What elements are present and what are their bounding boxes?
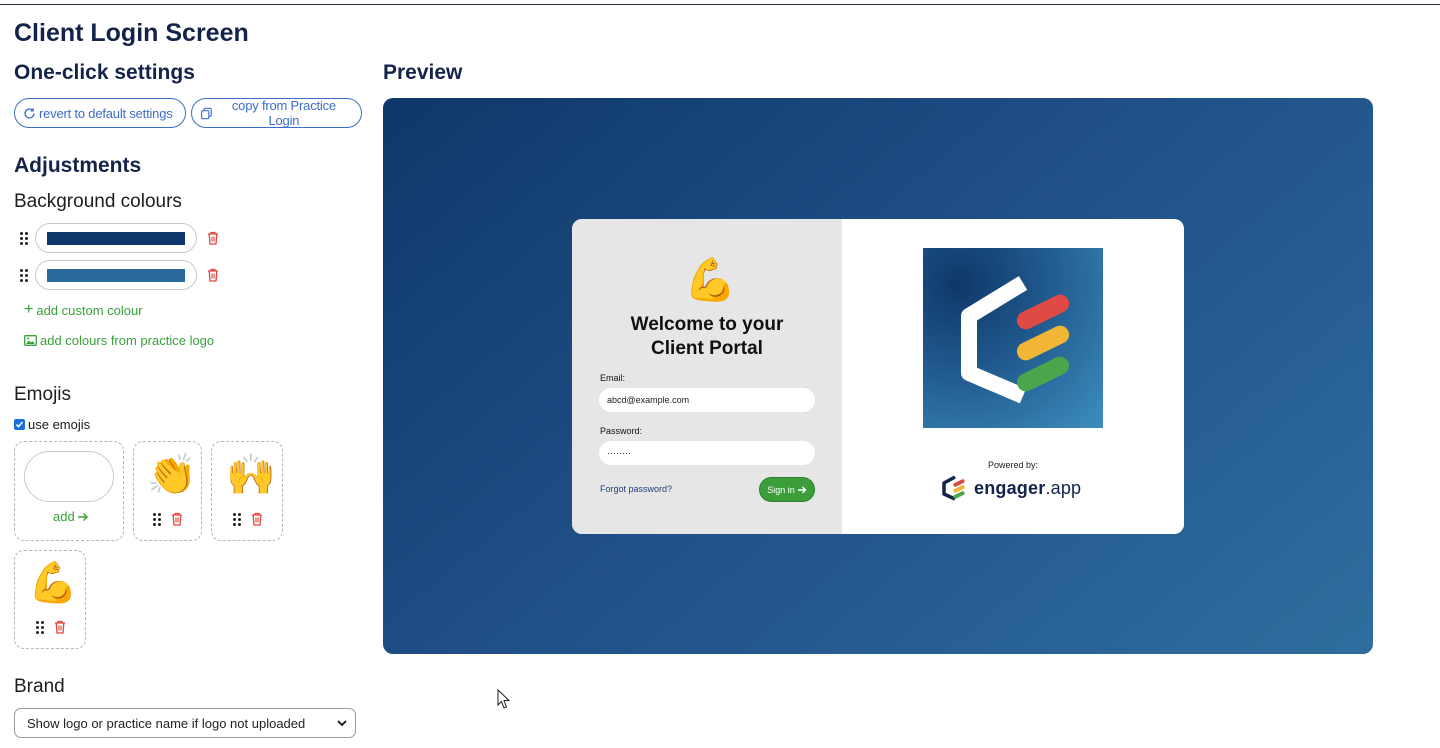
password-label: Password: [600, 426, 643, 436]
emoji-card: 👏 [133, 441, 202, 541]
welcome-line-1: Welcome to your [630, 314, 784, 335]
page-title: Client Login Screen [14, 19, 249, 47]
colour-picker[interactable] [35, 260, 197, 290]
revert-default-label: revert to default settings [39, 105, 173, 121]
add-emoji-card: add [14, 441, 124, 541]
brand-select-value: Show logo or practice name if logo not u… [27, 715, 306, 731]
trash-icon[interactable] [207, 268, 219, 282]
brand-suffix: .app [1045, 477, 1082, 498]
background-colours-heading: Background colours [14, 191, 182, 212]
chevron-down-icon [337, 719, 347, 726]
refresh-icon [24, 107, 35, 119]
one-click-heading: One-click settings [14, 61, 195, 84]
drag-handle-icon[interactable] [20, 232, 28, 245]
clapping-hands-icon: 👏 [147, 452, 197, 498]
email-label: Email: [600, 373, 626, 383]
revert-default-button[interactable]: revert to default settings [14, 98, 186, 128]
preview-heading: Preview [383, 61, 463, 84]
emoji-card: 💪 [14, 550, 86, 649]
flexed-biceps-icon: 💪 [28, 560, 78, 606]
preview-panel: 💪 Welcome to your Client Portal Email: a… [383, 98, 1373, 654]
flexed-biceps-icon: 💪 [684, 255, 737, 304]
copy-practice-login-button[interactable]: copy from Practice Login [191, 98, 362, 128]
drag-handle-icon[interactable] [20, 269, 28, 282]
drag-handle-icon[interactable] [36, 621, 44, 634]
engager-mark-icon [942, 475, 965, 501]
colour-row [20, 260, 219, 290]
engager-logo-icon [961, 276, 1070, 404]
brand-panel: Powered by: engager.app [842, 219, 1184, 534]
top-divider [0, 4, 1440, 5]
image-icon [24, 335, 37, 346]
colour-picker[interactable] [35, 223, 197, 253]
colour-row [20, 223, 219, 253]
login-form-panel: 💪 Welcome to your Client Portal Email: a… [572, 219, 842, 534]
emoji-card: 🙌 [211, 441, 283, 541]
trash-icon[interactable] [171, 512, 183, 526]
emoji-input[interactable] [24, 451, 114, 502]
sign-in-button[interactable]: Sign in [759, 477, 815, 502]
add-colours-from-logo-label: add colours from practice logo [40, 333, 215, 348]
plus-icon: + [24, 301, 34, 318]
copy-practice-login-label: copy from Practice Login [231, 98, 336, 128]
engager-brand: engager.app [940, 473, 1081, 503]
trash-icon[interactable] [207, 231, 219, 245]
engager-wordmark: engager.app [974, 478, 1081, 499]
sign-in-label: Sign in [767, 484, 795, 495]
powered-by-label: Powered by: [987, 460, 1039, 470]
trash-icon[interactable] [251, 512, 263, 526]
brand-name: engager [974, 477, 1046, 498]
use-emojis-label: use emojis [28, 417, 91, 432]
email-field[interactable]: abcd@example.com [599, 388, 815, 412]
welcome-heading: Welcome to your Client Portal [572, 313, 842, 361]
practice-logo [923, 248, 1103, 428]
add-emoji-label: add [53, 509, 75, 524]
brand-heading: Brand [14, 676, 65, 697]
drag-handle-icon[interactable] [153, 513, 161, 526]
forgot-password-link[interactable]: Forgot password? [600, 484, 672, 494]
arrow-right-icon [797, 486, 807, 493]
arrow-right-icon [77, 512, 88, 521]
drag-handle-icon[interactable] [233, 513, 241, 526]
colour-swatch [47, 268, 185, 282]
add-emoji-button[interactable]: add [53, 509, 89, 524]
adjustments-heading: Adjustments [14, 154, 142, 177]
copy-icon [201, 107, 212, 119]
welcome-line-2: Client Portal [651, 338, 763, 359]
use-emojis-checkbox[interactable]: use emojis [14, 417, 90, 432]
add-custom-colour-label: add custom colour [36, 302, 143, 318]
add-colours-from-logo-link[interactable]: add colours from practice logo [24, 333, 214, 348]
add-custom-colour-link[interactable]: + add custom colour [24, 302, 143, 318]
mouse-cursor-icon [497, 689, 511, 709]
trash-icon[interactable] [54, 620, 66, 634]
emojis-heading: Emojis [14, 384, 72, 405]
colour-swatch [47, 231, 185, 245]
raising-hands-icon: 🙌 [226, 452, 276, 498]
login-card: 💪 Welcome to your Client Portal Email: a… [572, 219, 1184, 534]
checkbox-checked-icon [14, 419, 25, 430]
password-field[interactable]: ········ [599, 441, 815, 465]
brand-select[interactable]: Show logo or practice name if logo not u… [14, 708, 356, 738]
